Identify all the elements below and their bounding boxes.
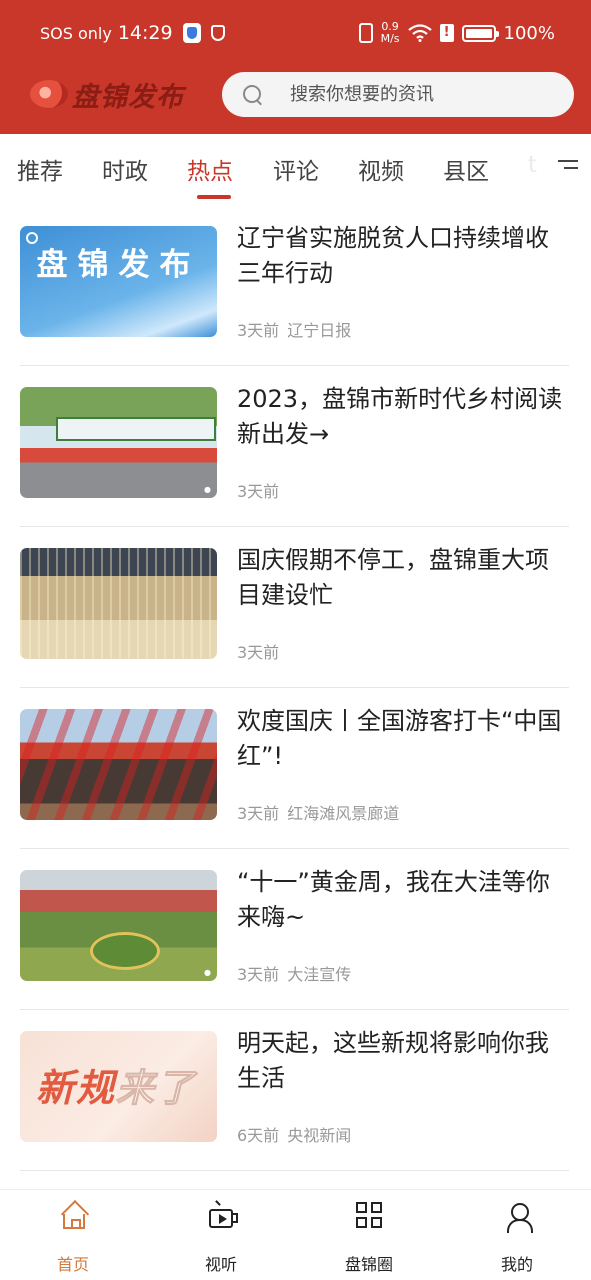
thumbnail-text-a: 新规 bbox=[36, 1066, 117, 1110]
news-thumbnail: ● bbox=[20, 870, 217, 981]
shield-icon bbox=[210, 25, 225, 41]
grid-icon bbox=[356, 1202, 384, 1230]
nav-media-label: 视听 bbox=[204, 1255, 237, 1274]
news-title: “十一”黄金周，我在大洼等你来嗨~ bbox=[237, 868, 550, 931]
news-thumbnail: 盘锦发布 bbox=[20, 226, 217, 337]
news-thumbnail: ● bbox=[20, 387, 217, 498]
battery-percent: 100% bbox=[503, 22, 555, 44]
sim-alert-icon: ! bbox=[439, 24, 454, 42]
tab-video[interactable]: 视频 bbox=[358, 152, 404, 186]
category-tabs: 推荐 时政 热点 评论 视频 县区 t bbox=[0, 134, 591, 204]
news-time: 6天前 bbox=[237, 1126, 280, 1145]
field-emblem-image bbox=[90, 932, 160, 970]
nav-circle[interactable]: 盘锦圈 bbox=[309, 1190, 429, 1280]
news-meta: 3天前 bbox=[237, 639, 279, 663]
news-meta: 3天前 辽宁日报 bbox=[237, 317, 351, 341]
clock: 14:29 bbox=[117, 22, 173, 44]
search-bar[interactable] bbox=[222, 72, 574, 117]
thumbnail-headline: 新规来了 bbox=[36, 1057, 196, 1112]
news-time: 3天前 bbox=[237, 965, 280, 984]
news-title: 辽宁省实施脱贫人口持续增收三年行动 bbox=[237, 224, 549, 287]
news-thumbnail bbox=[20, 548, 217, 659]
video-tv-icon bbox=[208, 1202, 238, 1230]
tab-hot[interactable]: 热点 bbox=[187, 152, 233, 186]
tab-county[interactable]: 县区 bbox=[443, 152, 489, 186]
news-meta: 6天前 央视新闻 bbox=[237, 1122, 351, 1146]
nav-media[interactable]: 视听 bbox=[161, 1190, 281, 1280]
news-item[interactable]: 盘锦发布 辽宁省实施脱贫人口持续增收三年行动 3天前 辽宁日报 bbox=[0, 205, 591, 366]
brand-logo: 盘锦发布 bbox=[30, 76, 184, 113]
news-item[interactable]: ● “十一”黄金周，我在大洼等你来嗨~ 3天前 大洼宣传 bbox=[0, 849, 591, 1010]
status-bar: SOS only 14:29 0.9 M/s ! 100% bbox=[0, 0, 591, 66]
brand-mark-icon bbox=[30, 80, 68, 108]
bottom-navigation: 首页 视听 盘锦圈 我的 bbox=[0, 1189, 591, 1280]
battery-icon bbox=[461, 24, 499, 42]
news-item[interactable]: 国庆假期不停工，盘锦重大项目建设忙 3天前 bbox=[0, 527, 591, 688]
news-source: 央视新闻 bbox=[287, 1126, 352, 1145]
nav-circle-label: 盘锦圈 bbox=[344, 1255, 393, 1274]
news-meta: 3天前 红海滩风景廊道 bbox=[237, 800, 399, 824]
brand-name: 盘锦发布 bbox=[72, 81, 184, 113]
nav-profile[interactable]: 我的 bbox=[457, 1190, 577, 1280]
tab-recommend[interactable]: 推荐 bbox=[17, 152, 63, 186]
tab-politics[interactable]: 时政 bbox=[102, 152, 148, 186]
news-thumbnail bbox=[20, 709, 217, 820]
tabs-fade bbox=[520, 154, 550, 184]
crowd-flags-image bbox=[20, 709, 217, 820]
news-time: 3天前 bbox=[237, 804, 280, 823]
news-time: 3天前 bbox=[237, 643, 280, 662]
news-title: 2023，盘锦市新时代乡村阅读新出发→ bbox=[237, 385, 563, 448]
home-icon bbox=[60, 1202, 88, 1230]
watermark-icon: ● bbox=[204, 968, 211, 977]
news-meta: 3天前 bbox=[237, 478, 279, 502]
thumbnail-brand-text: 盘锦发布 bbox=[36, 247, 201, 283]
vibrate-icon bbox=[358, 23, 373, 43]
news-source: 红海滩风景廊道 bbox=[287, 804, 400, 823]
search-input[interactable] bbox=[290, 84, 550, 105]
news-time: 3天前 bbox=[237, 482, 280, 501]
news-source: 辽宁日报 bbox=[287, 321, 352, 340]
news-item[interactable]: 新规来了 明天起，这些新规将影响你我生活 6天前 央视新闻 bbox=[0, 1010, 591, 1171]
nav-home[interactable]: 首页 bbox=[13, 1190, 133, 1280]
watermark-icon: ● bbox=[204, 485, 211, 494]
security-shield-icon bbox=[182, 23, 201, 43]
nav-home-label: 首页 bbox=[56, 1255, 89, 1274]
nav-profile-label: 我的 bbox=[500, 1255, 533, 1274]
tab-commentary[interactable]: 评论 bbox=[273, 152, 319, 186]
search-icon bbox=[242, 84, 264, 106]
active-tab-indicator bbox=[197, 195, 231, 199]
app-header: SOS only 14:29 0.9 M/s ! 100% 盘锦发布 bbox=[0, 0, 591, 134]
news-item[interactable]: ● 2023，盘锦市新时代乡村阅读新出发→ 3天前 bbox=[0, 366, 591, 527]
news-source: 大洼宣传 bbox=[287, 965, 352, 984]
news-thumbnail: 新规来了 bbox=[20, 1031, 217, 1142]
divider bbox=[20, 1170, 569, 1171]
network-speed-unit: M/s bbox=[380, 32, 400, 45]
industrial-model-image bbox=[20, 548, 217, 659]
news-title: 国庆假期不停工，盘锦重大项目建设忙 bbox=[237, 546, 549, 609]
logo-icon bbox=[26, 232, 38, 244]
news-item[interactable]: 欢度国庆丨全国游客打卡“中国红”! 3天前 红海滩风景廊道 bbox=[0, 688, 591, 849]
network-speed: 0.9 M/s bbox=[381, 21, 400, 45]
tab-menu-icon[interactable] bbox=[556, 158, 578, 174]
news-meta: 3天前 大洼宣传 bbox=[237, 961, 351, 985]
carrier-text: SOS only bbox=[40, 23, 112, 43]
news-title: 欢度国庆丨全国游客打卡“中国红”! bbox=[237, 707, 562, 770]
news-title: 明天起，这些新规将影响你我生活 bbox=[237, 1029, 549, 1092]
stage-banner-image bbox=[56, 417, 216, 441]
thumbnail-text-b: 来了 bbox=[116, 1066, 197, 1111]
news-time: 3天前 bbox=[237, 321, 280, 340]
wifi-icon bbox=[407, 24, 432, 42]
user-icon bbox=[504, 1202, 533, 1233]
